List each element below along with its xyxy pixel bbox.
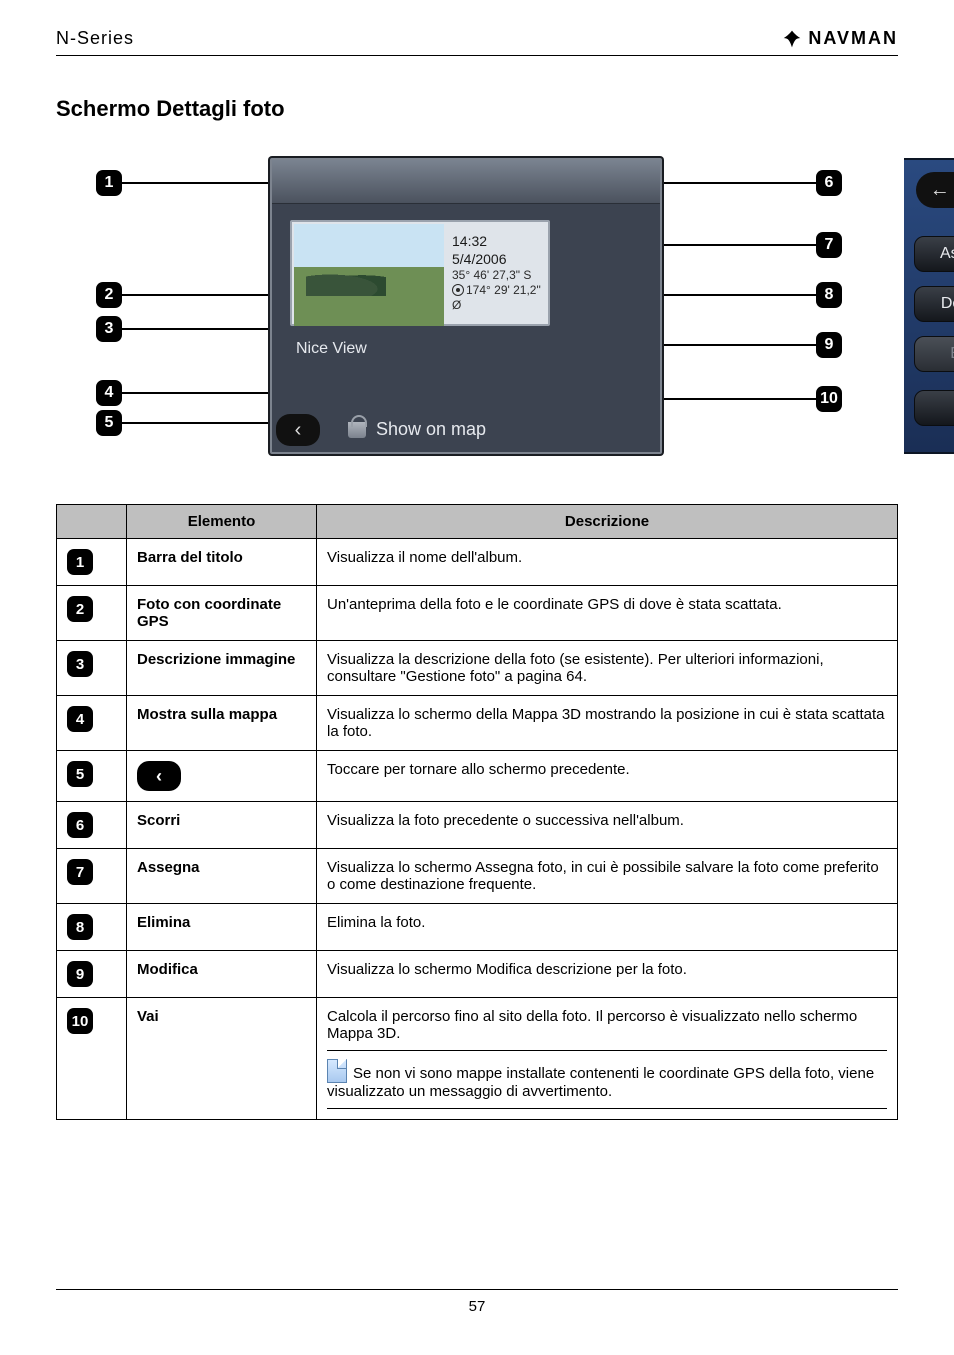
callout-8: 8 (816, 282, 842, 308)
col-element: Elemento (127, 505, 317, 539)
page-number: 57 (469, 1298, 486, 1315)
callout-7: 7 (816, 232, 842, 258)
show-on-map-button[interactable]: Show on map (348, 419, 486, 440)
row-element: Elimina (127, 904, 317, 951)
table-row: 4Mostra sulla mappaVisualizza lo schermo… (57, 696, 898, 751)
row-element: Assegna (127, 849, 317, 904)
table-row: 7AssegnaVisualizza lo schermo Assegna fo… (57, 849, 898, 904)
back-button[interactable]: ‹ (276, 414, 320, 446)
row-description: Visualizza il nome dell'album. (317, 539, 898, 586)
navman-logo-icon (782, 29, 802, 49)
row-description: Visualizza la descrizione della foto (se… (317, 641, 898, 696)
photo-card[interactable]: 14:32 5/4/2006 35° 46' 27,3" S 174° 29' … (290, 220, 550, 326)
row-element: Modifica (127, 951, 317, 998)
row-number: 10 (57, 998, 127, 1120)
photo-lat: 35° 46' 27,3" S (452, 268, 542, 283)
row-description: Visualizza lo schermo Modifica descrizio… (317, 951, 898, 998)
row-number: 9 (57, 951, 127, 998)
callout-3: 3 (96, 316, 122, 342)
elements-table: Elemento Descrizione 1Barra del titoloVi… (56, 504, 898, 1120)
table-row: 9ModificaVisualizza lo schermo Modifica … (57, 951, 898, 998)
row-number: 5 (57, 751, 127, 802)
row-description: Visualizza lo schermo della Mappa 3D mos… (317, 696, 898, 751)
row-description: Un'anteprima della foto e le coordinate … (317, 586, 898, 641)
table-row: 3Descrizione immagineVisualizza la descr… (57, 641, 898, 696)
table-row: 6ScorriVisualizza la foto precedente o s… (57, 802, 898, 849)
page-header: N-Series NAVMAN (56, 28, 898, 56)
row-element: Mostra sulla mappa (127, 696, 317, 751)
assign-button[interactable]: Assign (914, 236, 954, 272)
edit-button: Edit (914, 336, 954, 372)
photo-description: Nice View (296, 340, 367, 358)
col-blank (57, 505, 127, 539)
screenshot-side-panel: ← → Assign Delete Edit Go (904, 158, 954, 454)
row-description: Visualizza la foto precedente o successi… (317, 802, 898, 849)
row-element: Descrizione immagine (127, 641, 317, 696)
series-label: N-Series (56, 28, 134, 49)
note-icon (327, 1059, 347, 1083)
row-number: 8 (57, 904, 127, 951)
row-element: ‹ (127, 751, 317, 802)
delete-button[interactable]: Delete (914, 286, 954, 322)
row-number: 2 (57, 586, 127, 641)
arrow-left-icon[interactable]: ← (916, 172, 954, 208)
col-desc: Descrizione (317, 505, 898, 539)
go-button[interactable]: Go (914, 390, 954, 426)
table-row: 1Barra del titoloVisualizza il nome dell… (57, 539, 898, 586)
page-footer: 57 (56, 1289, 898, 1315)
photo-time: 14:32 (452, 233, 542, 251)
table-row: 2Foto con coordinate GPSUn'anteprima del… (57, 586, 898, 641)
row-element: Barra del titolo (127, 539, 317, 586)
row-element: Foto con coordinate GPS (127, 586, 317, 641)
photo-date: 5/4/2006 (452, 251, 542, 269)
device-screenshot: 14:32 5/4/2006 35° 46' 27,3" S 174° 29' … (270, 158, 662, 454)
row-number: 3 (57, 641, 127, 696)
gps-fix-icon (452, 284, 464, 296)
callout-4: 4 (96, 380, 122, 406)
row-description: Toccare per tornare allo schermo precede… (317, 751, 898, 802)
table-row: 10VaiCalcola il percorso fino al sito de… (57, 998, 898, 1120)
callout-6: 6 (816, 170, 842, 196)
screenshot-titlebar (272, 160, 660, 204)
callout-5: 5 (96, 410, 122, 436)
photo-metadata: 14:32 5/4/2006 35° 46' 27,3" S 174° 29' … (446, 222, 548, 324)
brand: NAVMAN (782, 28, 898, 49)
row-number: 1 (57, 539, 127, 586)
callout-1: 1 (96, 170, 122, 196)
row-number: 7 (57, 849, 127, 904)
annotated-screenshot: 1 2 3 4 5 6 7 8 9 10 14:32 5/4/2006 35° … (56, 148, 898, 488)
table-row: 8EliminaElimina la foto. (57, 904, 898, 951)
callout-10: 10 (816, 386, 842, 412)
scroll-arrows[interactable]: ← → (916, 172, 954, 208)
photo-lon: 174° 29' 21,2" Ø (452, 283, 542, 313)
section-title: Schermo Dettagli foto (56, 96, 898, 122)
row-description: Elimina la foto. (317, 904, 898, 951)
row-element: Vai (127, 998, 317, 1120)
row-description: Visualizza lo schermo Assegna foto, in c… (317, 849, 898, 904)
callout-2: 2 (96, 282, 122, 308)
callout-9: 9 (816, 332, 842, 358)
row-number: 4 (57, 696, 127, 751)
brand-text: NAVMAN (808, 28, 898, 49)
row-description: Calcola il percorso fino al sito della f… (317, 998, 898, 1120)
chevron-left-icon: ‹ (137, 761, 181, 791)
map-pin-icon (348, 422, 366, 438)
row-element: Scorri (127, 802, 317, 849)
show-on-map-label: Show on map (376, 419, 486, 440)
chevron-left-icon: ‹ (295, 419, 302, 442)
photo-thumbnail (294, 224, 444, 326)
table-row: 5 ‹ Toccare per tornare allo schermo prece… (57, 751, 898, 802)
row-number: 6 (57, 802, 127, 849)
